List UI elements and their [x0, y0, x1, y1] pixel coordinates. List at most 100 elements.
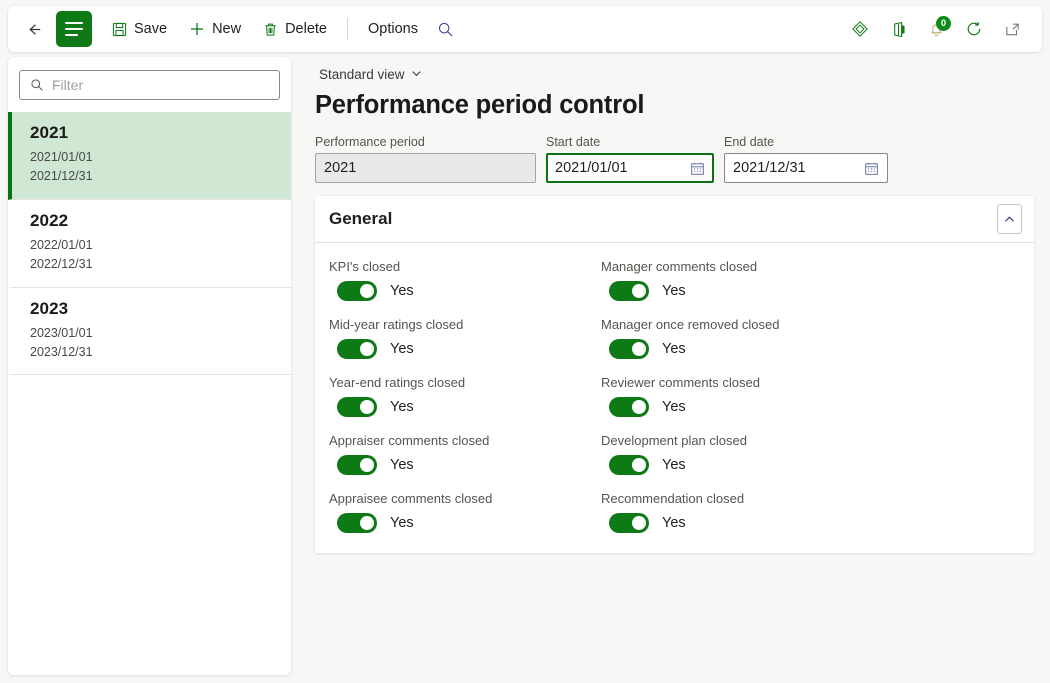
list-item-end-date: 2023/12/31: [30, 344, 93, 359]
end-date-input[interactable]: 2021/12/31: [724, 153, 888, 183]
notifications-button[interactable]: 0: [920, 13, 952, 45]
toggle-row: Yes: [601, 455, 1020, 475]
performance-period-input[interactable]: 2021: [315, 153, 536, 183]
page-title: Performance period control: [315, 91, 645, 119]
hamburger-line: [65, 28, 83, 30]
toggle-switch[interactable]: [337, 397, 377, 417]
toggle-knob: [632, 342, 646, 356]
search-icon: [30, 78, 44, 92]
toggle-switch[interactable]: [337, 513, 377, 533]
list-item-title: 2023: [30, 298, 69, 318]
toggle-label: Manager once removed closed: [601, 317, 780, 332]
view-selector-label: Standard view: [319, 67, 405, 82]
toggle-value: Yes: [662, 457, 686, 473]
delete-button[interactable]: Delete: [253, 13, 337, 45]
toggle-label: Development plan closed: [601, 433, 747, 448]
toggle-knob: [360, 400, 374, 414]
general-fasttab-header[interactable]: General: [315, 196, 1034, 243]
toggle-value: Yes: [662, 515, 686, 531]
list-item[interactable]: 2023 2023/01/01 2023/12/31: [8, 288, 291, 376]
toggle-label: KPI's closed: [329, 259, 401, 274]
calendar-icon[interactable]: [864, 161, 879, 176]
toggle-label: Reviewer comments closed: [601, 375, 760, 390]
command-bar: Save New Delete Options 0: [8, 6, 1042, 52]
hamburger-line: [65, 22, 83, 24]
new-button[interactable]: New: [179, 13, 251, 45]
end-date-value: 2021/12/31: [733, 160, 806, 176]
toggle-knob: [360, 458, 374, 472]
hamburger-line: [65, 34, 78, 36]
personalize-button[interactable]: [844, 13, 876, 45]
trash-icon: [263, 22, 278, 37]
open-in-new-window-button[interactable]: [996, 13, 1028, 45]
toggle-row: Yes: [601, 339, 1020, 359]
toggle-value: Yes: [390, 341, 414, 357]
toggle-row: Yes: [329, 455, 601, 475]
performance-period-value: 2021: [324, 160, 357, 176]
general-fasttab-title: General: [329, 209, 393, 228]
toggle-label: Mid-year ratings closed: [329, 317, 464, 332]
app-root: Save New Delete Options 0 Filter 2021 20…: [0, 0, 1050, 683]
toggle-value: Yes: [390, 399, 414, 415]
toggle-knob: [360, 516, 374, 530]
toggle-switch[interactable]: [337, 281, 377, 301]
plus-icon: [189, 21, 205, 37]
toggle-field: Appraiser comments closed Yes: [329, 433, 601, 475]
back-button[interactable]: [18, 13, 50, 45]
toggle-field: Development plan closed Yes: [601, 433, 1020, 475]
start-date-input[interactable]: 2021/01/01: [546, 153, 714, 183]
toggle-value: Yes: [662, 283, 686, 299]
list-item-end-date: 2022/12/31: [30, 257, 93, 272]
toggle-switch[interactable]: [609, 281, 649, 301]
calendar-icon[interactable]: [690, 161, 705, 176]
general-fasttab: General KPI's closed Yes Manager comments …: [315, 196, 1034, 553]
toggle-switch[interactable]: [609, 339, 649, 359]
options-label: Options: [368, 21, 418, 37]
delete-label: Delete: [285, 21, 327, 37]
start-date-label: Start date: [546, 135, 601, 149]
list-item-title: 2021: [30, 123, 69, 142]
filter-input[interactable]: [52, 77, 269, 93]
toggle-field: Reviewer comments closed Yes: [601, 375, 1020, 417]
toggle-field: Manager once removed closed Yes: [601, 317, 1020, 359]
options-menu-button[interactable]: Options: [358, 13, 428, 45]
office-apps-button[interactable]: [882, 13, 914, 45]
toggle-row: Yes: [329, 513, 601, 533]
records-list: 2021 2021/01/01 2021/12/31 2022 2022/01/01 20…: [8, 112, 291, 376]
toggle-knob: [632, 516, 646, 530]
view-selector[interactable]: Standard view: [315, 65, 426, 84]
toggle-row: Yes: [329, 339, 601, 359]
toggle-knob: [360, 342, 374, 356]
list-item[interactable]: 2022 2022/01/01 2022/12/31: [8, 200, 291, 288]
main-content: Standard view Performance period control…: [299, 57, 1042, 677]
toggle-label: Manager comments closed: [601, 259, 758, 274]
search-button[interactable]: [430, 13, 462, 45]
toggle-value: Yes: [662, 399, 686, 415]
performance-period-field-group: Performance period 2021: [315, 135, 536, 183]
navigation-pane-toggle[interactable]: [56, 11, 92, 47]
general-toggle-grid: KPI's closed Yes Manager comments closed Ye…: [315, 243, 1034, 553]
toggle-switch[interactable]: [609, 455, 649, 475]
list-item-start-date: 2022/01/01: [30, 237, 93, 252]
toggle-switch[interactable]: [337, 339, 377, 359]
toggle-row: Yes: [329, 397, 601, 417]
command-bar-divider: [347, 18, 348, 40]
toggle-knob: [632, 400, 646, 414]
list-item[interactable]: 2021 2021/01/01 2021/12/31: [8, 112, 291, 200]
refresh-button[interactable]: [958, 13, 990, 45]
toggle-row: Yes: [601, 397, 1020, 417]
end-date-label: End date: [724, 135, 775, 149]
toggle-switch[interactable]: [337, 455, 377, 475]
collapse-button[interactable]: [997, 204, 1022, 234]
toggle-field: Mid-year ratings closed Yes: [329, 317, 601, 359]
command-bar-left-group: Save New Delete Options: [18, 11, 462, 47]
filter-box[interactable]: [19, 70, 280, 100]
toggle-label: Recommendation closed: [601, 491, 745, 506]
toggle-value: Yes: [390, 457, 414, 473]
toggle-value: Yes: [662, 341, 686, 357]
toggle-switch[interactable]: [609, 513, 649, 533]
toggle-switch[interactable]: [609, 397, 649, 417]
toggle-field: KPI's closed Yes: [329, 259, 601, 301]
new-label: New: [212, 21, 242, 37]
save-button[interactable]: Save: [102, 13, 177, 45]
